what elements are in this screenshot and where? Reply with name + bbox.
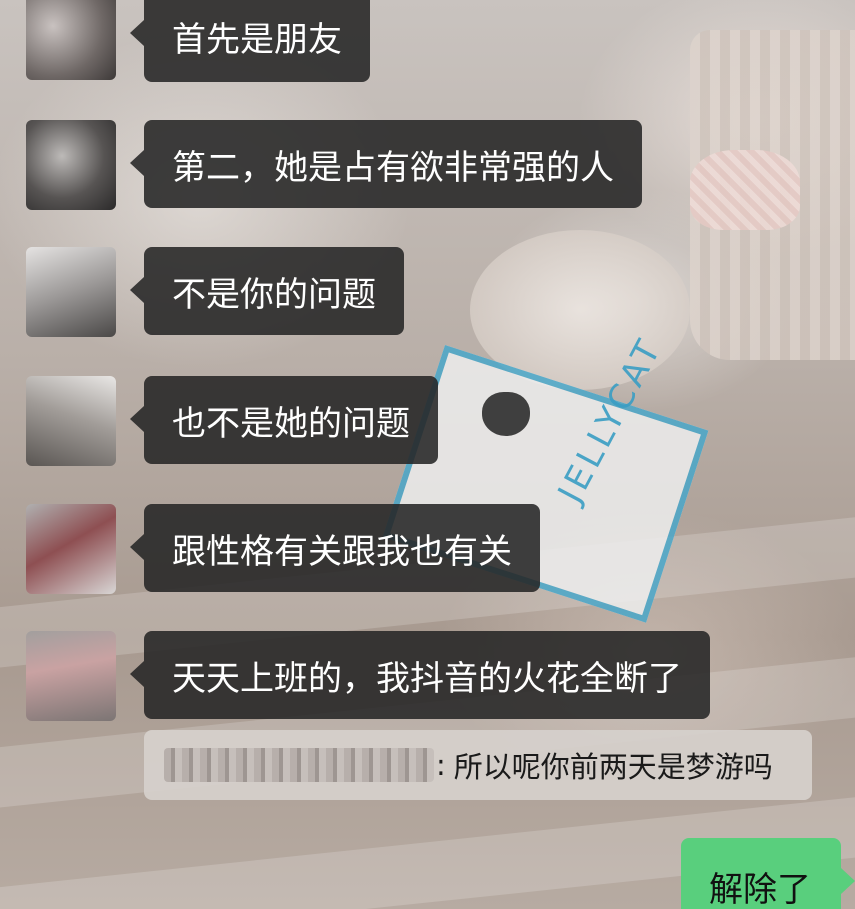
message-text: 也不是她的问题	[172, 403, 410, 444]
message-bubble[interactable]: 天天上班的，我抖音的火花全断了	[130, 631, 710, 719]
message-text: 首先是朋友	[172, 19, 342, 60]
avatar[interactable]	[26, 631, 116, 721]
chat-message: 不是你的问题	[26, 247, 404, 337]
background-cat-logo	[482, 392, 530, 436]
quoted-message-text: 所以呢你前两天是梦游吗	[453, 750, 773, 784]
message-bubble[interactable]: 也不是她的问题	[130, 376, 438, 464]
avatar[interactable]	[26, 120, 116, 210]
own-message-text: 解除了	[709, 870, 811, 909]
message-bubble[interactable]: 第二，她是占有欲非常强的人	[130, 120, 642, 208]
avatar[interactable]	[26, 376, 116, 466]
background-bow	[690, 150, 800, 230]
chat-message: 天天上班的，我抖音的火花全断了	[26, 631, 710, 721]
message-text: 跟性格有关跟我也有关	[172, 531, 512, 572]
message-text: 不是你的问题	[172, 274, 376, 315]
message-bubble[interactable]: 跟性格有关跟我也有关	[130, 504, 540, 592]
chat-message: 首先是朋友	[26, 0, 370, 82]
quote-colon: :	[436, 748, 446, 782]
quoted-sender-name-redacted	[164, 748, 434, 782]
quoted-message[interactable]: : 所以呢你前两天是梦游吗	[144, 730, 812, 800]
avatar[interactable]	[26, 247, 116, 337]
chat-message: 也不是她的问题	[26, 376, 438, 466]
avatar[interactable]	[26, 0, 116, 80]
message-text: 第二，她是占有欲非常强的人	[172, 147, 614, 188]
chat-screen: JELLYCAT 首先是朋友 第二，她是占有欲非常强的人 不是你的问题 也不是她…	[0, 0, 855, 909]
message-text: 天天上班的，我抖音的火花全断了	[172, 658, 682, 699]
message-bubble[interactable]: 不是你的问题	[130, 247, 404, 335]
avatar[interactable]	[26, 504, 116, 594]
own-message-bubble[interactable]: 解除了	[681, 838, 855, 909]
chat-message: 跟性格有关跟我也有关	[26, 504, 540, 594]
chat-message: 第二，她是占有欲非常强的人	[26, 120, 642, 210]
message-bubble[interactable]: 首先是朋友	[130, 0, 370, 82]
